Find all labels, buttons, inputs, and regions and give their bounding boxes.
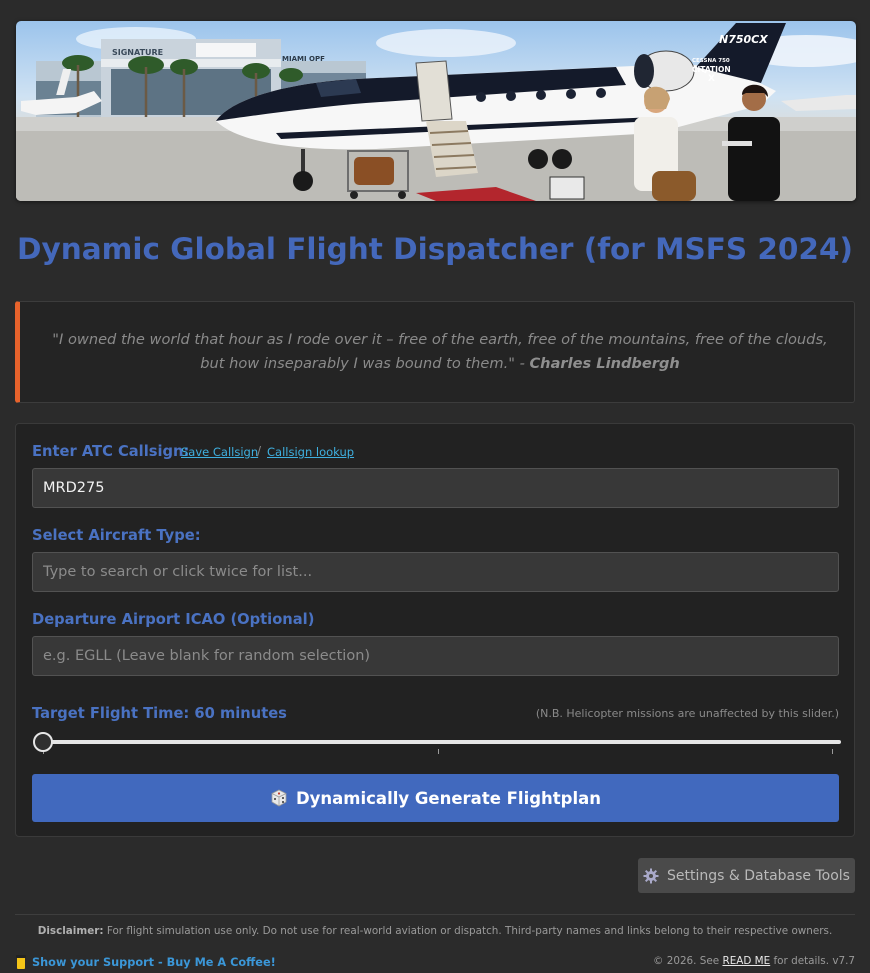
hero-engine-label-3: X <box>708 74 715 84</box>
page-title: Dynamic Global Flight Dispatcher (for MS… <box>17 232 853 266</box>
aircraft-type-label: Select Aircraft Type: <box>32 527 201 544</box>
hero-engine-label-1: CESSNA 750 <box>692 58 730 64</box>
hero-banner-image: SIGNATURE MIAMI OPF N750CX CESSNA 750 CI… <box>16 21 856 201</box>
flight-time-note: (N.B. Helicopter missions are unaffected… <box>535 707 839 720</box>
footer-divider <box>15 914 855 915</box>
quote-text: "I owned the world that hour as I rode o… <box>46 328 834 376</box>
disclaimer: Disclaimer: For flight simulation use on… <box>0 925 870 937</box>
hero-tail-number: N750CX <box>719 33 768 46</box>
slider-tick <box>832 749 833 754</box>
copyright-prefix: © 2026. See <box>653 955 723 967</box>
settings-database-label: Settings & Database Tools <box>667 867 850 884</box>
hero-engine-label-2: CITATION <box>692 65 731 74</box>
departure-airport-input[interactable] <box>32 636 839 676</box>
hero-building-sign-2: MIAMI OPF <box>282 55 325 63</box>
quote-box: "I owned the world that hour as I rode o… <box>15 301 855 403</box>
disclaimer-text: For flight simulation use only. Do not u… <box>103 925 833 937</box>
callsign-label: Enter ATC Callsign: <box>32 443 190 460</box>
callsign-input[interactable] <box>32 468 839 508</box>
footer-copyright: © 2026. See READ ME for details. v7.7 <box>653 955 855 967</box>
quote-author: Charles Lindbergh <box>529 355 680 372</box>
gear-icon <box>643 868 659 883</box>
slider-tick <box>438 749 439 754</box>
flight-time-label: Target Flight Time: 60 minutes <box>32 705 287 722</box>
departure-airport-label: Departure Airport ICAO (Optional) <box>32 611 315 628</box>
callsign-lookup-link[interactable]: Callsign lookup <box>267 445 354 459</box>
support-link-label: Show your Support - Buy Me A Coffee! <box>32 955 276 969</box>
generate-flightplan-label: Dynamically Generate Flightplan <box>295 788 602 808</box>
flight-time-slider-track[interactable] <box>43 740 841 744</box>
readme-link[interactable]: READ ME <box>722 955 770 967</box>
aircraft-type-input[interactable] <box>32 552 839 592</box>
support-link[interactable]: Show your Support - Buy Me A Coffee! <box>16 954 276 970</box>
flight-form-panel: Enter ATC Callsign: Save Callsign / Call… <box>15 423 855 837</box>
coffee-icon <box>16 955 26 969</box>
hero-building-sign: SIGNATURE <box>112 48 164 57</box>
disclaimer-label: Disclaimer: <box>37 925 104 937</box>
flight-time-slider-thumb[interactable] <box>33 732 53 752</box>
settings-database-button[interactable]: Settings & Database Tools <box>638 858 855 893</box>
generate-flightplan-button[interactable]: Dynamically Generate Flightplan <box>32 774 839 822</box>
link-separator: / <box>257 444 262 458</box>
copyright-suffix: for details. v7.7 <box>770 955 856 967</box>
quote-body: "I owned the world that hour as I rode o… <box>52 331 828 372</box>
save-callsign-link[interactable]: Save Callsign <box>181 445 258 459</box>
die-icon <box>271 789 287 807</box>
